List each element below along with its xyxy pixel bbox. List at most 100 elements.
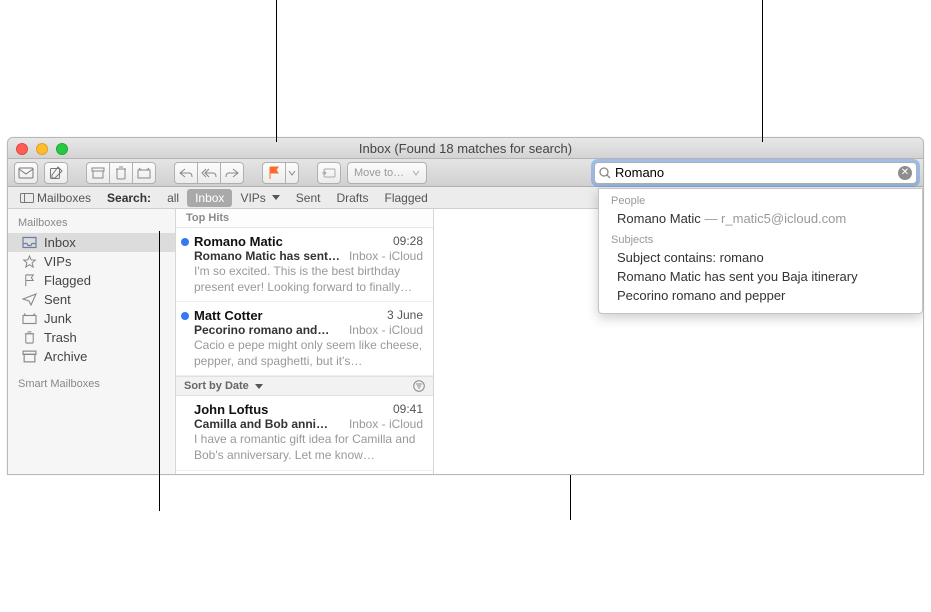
flag-button[interactable] — [262, 162, 286, 184]
mailboxes-header: Mailboxes — [8, 213, 175, 233]
move-to-label: Move to… — [354, 167, 404, 179]
archive-icon — [22, 350, 37, 363]
message-row[interactable]: Romano Matic 09:28 Romano Matic has sent… — [176, 228, 433, 302]
sidebar: Mailboxes Inbox VIPs Flagged — [8, 209, 176, 474]
filter-flagged[interactable]: Flagged — [376, 189, 435, 207]
sidebar-item-sent[interactable]: Sent — [8, 290, 175, 309]
message-location: Inbox - iCloud — [349, 417, 423, 431]
message-date: 09:41 — [393, 402, 423, 417]
search-icon — [599, 167, 611, 179]
message-subject: Pecorino romano and… — [194, 323, 329, 337]
suggestion-person-name: Romano Matic — [617, 211, 701, 226]
message-from: Matt Cotter — [194, 308, 263, 323]
callout-line-3 — [159, 231, 160, 511]
chevron-down-icon — [269, 192, 280, 203]
archive-delete-group — [86, 162, 156, 184]
search-field[interactable]: ✕ — [594, 162, 917, 184]
message-row[interactable]: John Loftus 09:41 Camilla and Bob anni… … — [176, 396, 433, 470]
message-row[interactable]: Matt Cotter 3 June Pecorino romano and… … — [176, 302, 433, 376]
message-preview: I'm so excited. This is the best birthda… — [194, 264, 423, 295]
sidebar-item-label: Inbox — [44, 235, 76, 250]
sent-icon — [22, 293, 37, 306]
smart-mailboxes-header: Smart Mailboxes — [8, 374, 175, 394]
reply-group — [174, 162, 244, 184]
close-button[interactable] — [16, 143, 28, 155]
flag-group — [262, 162, 299, 184]
sidebar-item-label: VIPs — [44, 254, 71, 269]
message-date: 3 June — [387, 308, 423, 323]
sidebar-item-label: Sent — [44, 292, 71, 307]
sidebar-toggle-icon — [20, 193, 34, 203]
zoom-button[interactable] — [56, 143, 68, 155]
chevron-down-icon — [252, 381, 263, 392]
get-mail-button[interactable] — [14, 162, 38, 184]
callout-line-1 — [276, 0, 277, 142]
delete-button[interactable] — [109, 162, 133, 184]
suggestion-subject[interactable]: Romano Matic has sent you Baja itinerary — [599, 267, 922, 286]
suggestion-subject[interactable]: Pecorino romano and pepper — [599, 286, 922, 305]
filter-vips-label: VIPs — [240, 191, 265, 205]
unread-indicator — [181, 238, 189, 246]
suggestion-person-email: — r_matic5@icloud.com — [704, 211, 846, 226]
move-icon-button[interactable] — [317, 162, 341, 184]
filter-icon[interactable] — [413, 380, 425, 392]
search-label: Search: — [99, 189, 159, 207]
title-bar: Inbox (Found 18 matches for search) — [8, 138, 923, 159]
message-list: Top Hits Romano Matic 09:28 Romano Matic… — [176, 209, 434, 474]
flag-menu-button[interactable] — [285, 162, 299, 184]
suggestions-people-header: People — [599, 193, 922, 209]
star-icon — [22, 255, 37, 268]
sidebar-item-archive[interactable]: Archive — [8, 347, 175, 366]
inbox-icon — [22, 236, 37, 249]
mail-window: Inbox (Found 18 matches for search) — [7, 137, 924, 475]
junk-icon — [22, 312, 37, 325]
message-subject: Camilla and Bob anni… — [194, 417, 328, 431]
filter-all[interactable]: all — [159, 189, 187, 207]
message-subject: Romano Matic has sent… — [194, 249, 340, 263]
sidebar-item-vips[interactable]: VIPs — [8, 252, 175, 271]
sidebar-item-label: Junk — [44, 311, 71, 326]
move-to-menu[interactable]: Move to… — [347, 162, 427, 184]
sidebar-item-trash[interactable]: Trash — [8, 328, 175, 347]
message-from: Romano Matic — [194, 234, 283, 249]
top-hits-header: Top Hits — [176, 209, 433, 228]
mailboxes-toggle[interactable]: Mailboxes — [12, 189, 99, 207]
mailboxes-label: Mailboxes — [37, 191, 91, 205]
traffic-lights — [16, 143, 68, 155]
window-title: Inbox (Found 18 matches for search) — [8, 141, 923, 156]
filter-sent[interactable]: Sent — [288, 189, 329, 207]
sidebar-item-junk[interactable]: Junk — [8, 309, 175, 328]
clear-search-button[interactable]: ✕ — [898, 166, 912, 180]
suggestion-subject[interactable]: Subject contains: romano — [599, 248, 922, 267]
forward-button[interactable] — [220, 162, 244, 184]
sort-bar[interactable]: Sort by Date — [176, 376, 433, 396]
suggestions-subjects-header: Subjects — [599, 232, 922, 248]
compose-button[interactable] — [44, 162, 68, 184]
minimize-button[interactable] — [36, 143, 48, 155]
reply-all-button[interactable] — [197, 162, 221, 184]
search-input[interactable] — [615, 165, 898, 180]
message-date: 09:28 — [393, 234, 423, 249]
filter-inbox[interactable]: Inbox — [187, 189, 232, 207]
message-from: John Loftus — [194, 402, 268, 417]
sort-label: Sort by Date — [184, 380, 249, 392]
sidebar-item-flagged[interactable]: Flagged — [8, 271, 175, 290]
filter-vips[interactable]: VIPs — [232, 189, 287, 207]
sidebar-item-label: Flagged — [44, 273, 91, 288]
sidebar-item-label: Archive — [44, 349, 87, 364]
message-preview: I have a romantic gift idea for Camilla … — [194, 432, 423, 463]
sidebar-item-inbox[interactable]: Inbox — [8, 233, 175, 252]
filter-drafts[interactable]: Drafts — [328, 189, 376, 207]
sidebar-item-label: Trash — [44, 330, 77, 345]
callout-line-4 — [570, 475, 571, 520]
trash-icon — [22, 331, 37, 344]
message-location: Inbox - iCloud — [349, 323, 423, 337]
junk-button[interactable] — [132, 162, 156, 184]
message-preview: Cacio e pepe might only seem like cheese… — [194, 338, 423, 369]
suggestion-person[interactable]: Romano Matic — r_matic5@icloud.com — [599, 209, 922, 228]
flag-icon — [22, 274, 37, 287]
archive-button[interactable] — [86, 162, 110, 184]
reply-button[interactable] — [174, 162, 198, 184]
toolbar: Move to… ✕ — [8, 159, 923, 187]
callout-line-2 — [762, 0, 763, 142]
